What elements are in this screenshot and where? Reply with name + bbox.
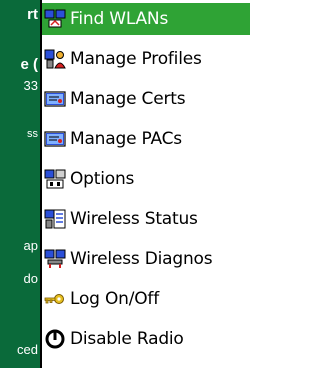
manage-profiles-icon [44,48,66,70]
menu-item-find-wlans[interactable]: Find WLANs [42,3,250,35]
menu-item-label: Options [70,169,135,189]
wireless-diagnostics-icon [44,248,66,270]
background-text-fragment: ss [27,128,38,140]
background-text-fragment: rt [27,6,38,23]
menu-item-label: Wireless Diagnos [70,249,213,269]
menu-item-label: Disable Radio [70,329,184,349]
options-icon [44,168,66,190]
manage-pacs-icon [44,128,66,150]
background-text-fragment: e ( [20,56,38,73]
menu-item-label: Log On/Off [70,289,160,309]
menu-item-label: Manage PACs [70,129,182,149]
menu-item-disable-radio[interactable]: Disable Radio [42,323,250,355]
power-icon [44,328,66,350]
menu-item-manage-certs[interactable]: Manage Certs [42,83,250,115]
menu-item-manage-profiles[interactable]: Manage Profiles [42,43,250,75]
menu-item-wireless-diagnostics[interactable]: Wireless Diagnos [42,243,250,275]
menu-item-label: Find WLANs [70,9,169,29]
menu-item-label: Wireless Status [70,209,198,229]
background-text-fragment: do [23,271,38,286]
manage-certs-icon [44,88,66,110]
wireless-status-icon [44,208,66,230]
key-icon [44,288,66,310]
menu-item-label: Manage Profiles [70,49,202,69]
menu-item-wireless-status[interactable]: Wireless Status [42,203,250,235]
background-text-fragment: ced [17,342,38,357]
menu-item-label: Manage Certs [70,89,186,109]
background-text-fragment: 33 [23,78,38,93]
background-window: rt e ( 33 ss ap do ced [0,0,40,368]
menu-item-options[interactable]: Options [42,163,250,195]
menu-item-log-on-off[interactable]: Log On/Off [42,283,250,315]
background-text-fragment: ap [23,238,38,253]
menu-item-manage-pacs[interactable]: Manage PACs [42,123,250,155]
context-menu: Find WLANs Manage Profiles Manage Certs [40,0,250,368]
find-wlans-icon [44,8,66,30]
